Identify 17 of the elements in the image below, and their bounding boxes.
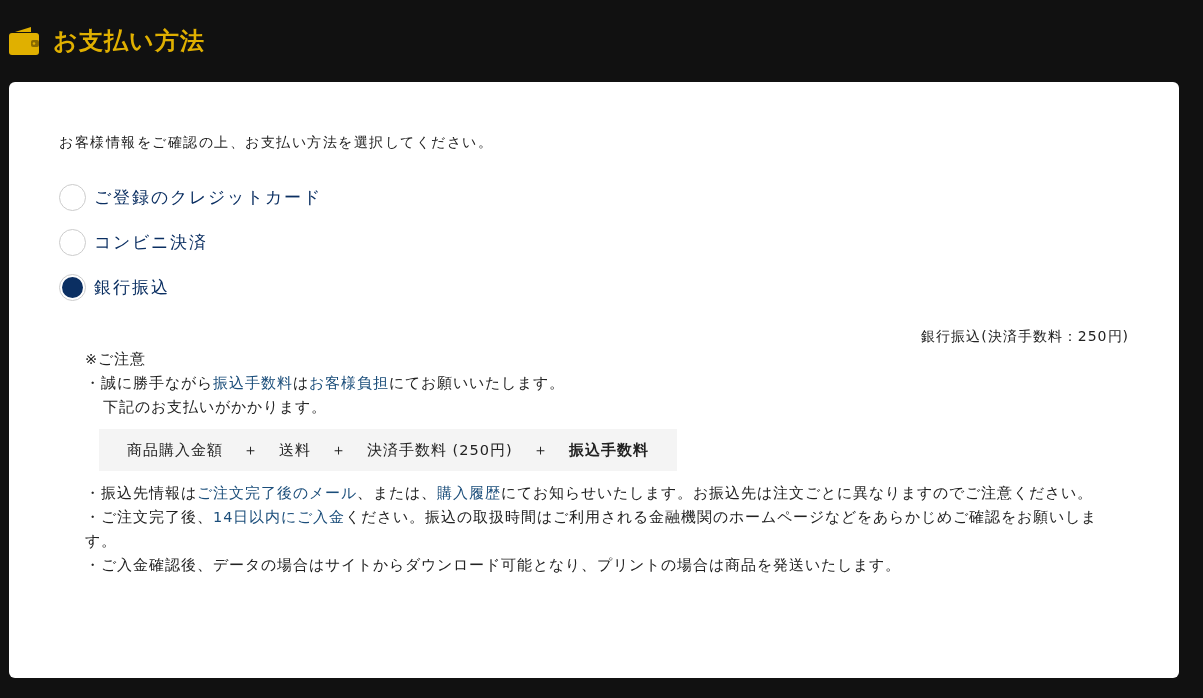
radio-button[interactable] [59, 274, 86, 301]
notice-text: ・誠に勝手ながら 振込手数料は お客様負担にてお願いいたします。 [85, 374, 566, 393]
option-label[interactable]: 銀行振込 [94, 274, 170, 301]
notice-item: ・ご入金確認後、データの場合はサイトからダウンロード可能となり、プリントの場合は商品を発送いたします。 [85, 556, 902, 575]
notice-item: ・振込先情報は ご注文完了後のメール、または、購入履歴にてお知らせいたします。お振込先は注文ごとに異なりますのでご注意ください。 [85, 484, 1094, 503]
radio-button[interactable] [59, 184, 86, 211]
option-label[interactable]: ご登録のクレジットカード [94, 184, 322, 211]
notice-heading: ※ご注意 [85, 350, 148, 369]
fee-label: 銀行振込(決済手数料：250円) [920, 327, 1129, 346]
option-label[interactable]: コンビニ決済 [94, 229, 208, 256]
fee-formula: 商品購入金額 ＋ 送料 ＋ 決済手数料 (250円) ＋ 振込手数料 [99, 429, 677, 471]
notice-item: ・ご注文完了後、14日以内にご入金 ください。振込の取扱時間はご利用される金融機関のホームページなどをあらかじめご確認をお願いします。 [85, 508, 1099, 551]
page-title: お支払い方法 [53, 26, 205, 56]
wallet-icon [9, 27, 39, 55]
radio-button[interactable] [59, 229, 86, 256]
notice-text: 下記のお支払いがかかります。 [102, 398, 328, 417]
intro-text: お客様情報をご確認の上、お支払い方法を選択してください。 [59, 133, 494, 152]
